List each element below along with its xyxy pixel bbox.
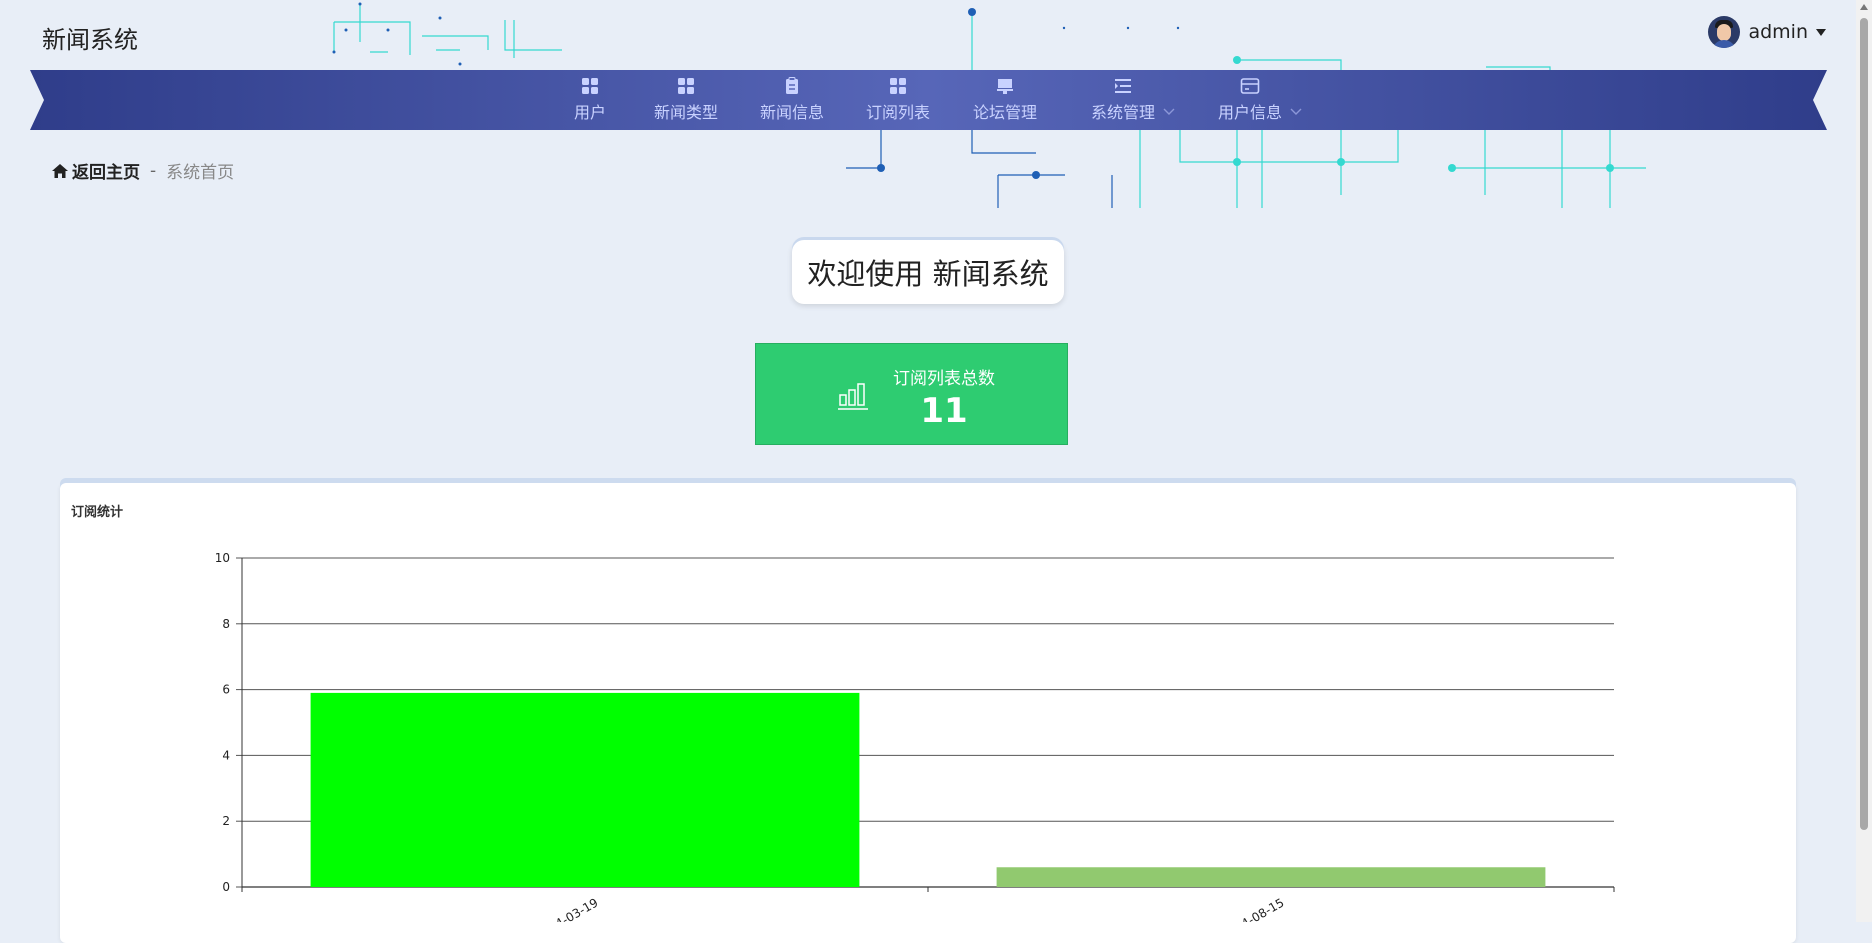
caret-down-icon[interactable]: [1816, 28, 1826, 36]
grid-icon: [582, 78, 598, 94]
username[interactable]: admin: [1748, 21, 1808, 43]
nav-label: 论坛管理: [972, 103, 1037, 122]
scroll-up-icon[interactable]: [1860, 4, 1868, 10]
grid-icon: [678, 78, 694, 94]
vertical-scrollbar[interactable]: [1856, 0, 1872, 922]
main-navbar: 用户 新闻类型 新闻信息 订阅列表 论坛管理 系统管理 用户信息: [30, 70, 1827, 130]
stat-value: 11: [920, 391, 968, 431]
clipboard-icon: [786, 77, 798, 94]
y-tick-label: 0: [222, 880, 230, 894]
breadcrumb-home[interactable]: 返回主页: [52, 158, 140, 183]
nav-label: 用户: [573, 103, 606, 122]
scrollbar-thumb[interactable]: [1860, 18, 1868, 830]
nav-item-user-info[interactable]: 用户信息: [1194, 70, 1306, 130]
nav-item-system-admin[interactable]: 系统管理: [1067, 70, 1179, 130]
nav-item-news-type[interactable]: 新闻类型: [641, 70, 731, 130]
site-title: 新闻系统: [42, 26, 138, 54]
breadcrumb: 返回主页 - 系统首页: [52, 158, 234, 183]
grid-icon: [890, 78, 906, 94]
x-tick-label: 2024-08-15: [1219, 895, 1286, 922]
nav-label: 系统管理: [1090, 103, 1155, 122]
bar-chart-icon: [838, 383, 868, 410]
menu-icon: [1115, 79, 1131, 93]
y-tick-label: 4: [222, 748, 230, 762]
forum-icon: [997, 79, 1013, 94]
nav-item-forum[interactable]: 论坛管理: [960, 70, 1050, 130]
x-tick-label: 2024-03-19: [533, 895, 600, 922]
chevron-down-icon[interactable]: [1290, 108, 1302, 116]
stat-card: 订阅列表总数 11: [755, 343, 1068, 445]
stat-label: 订阅列表总数: [893, 369, 995, 389]
nav-label: 用户信息: [1217, 103, 1282, 122]
y-tick-label: 8: [222, 617, 230, 631]
nav-item-users[interactable]: 用户: [562, 70, 618, 130]
chart-title: 订阅统计: [71, 505, 124, 520]
nav-label: 新闻信息: [759, 103, 824, 122]
nav-label: 订阅列表: [865, 103, 930, 122]
nav-label: 新闻类型: [653, 103, 718, 122]
avatar[interactable]: [1708, 16, 1741, 48]
subscription-bar-chart: 0 2 4 6 8 10 2024-03-19 2024-08-15: [215, 551, 1615, 922]
breadcrumb-home-label[interactable]: 返回主页: [72, 158, 140, 183]
nav-item-subscriptions[interactable]: 订阅列表: [853, 70, 943, 130]
y-tick-label: 6: [222, 683, 230, 697]
chevron-down-icon[interactable]: [1163, 108, 1175, 116]
breadcrumb-current: 系统首页: [166, 163, 235, 183]
nav-item-news-info[interactable]: 新闻信息: [747, 70, 837, 130]
bar-2024-08-15: [996, 867, 1546, 887]
y-tick-label: 2: [222, 814, 230, 828]
bar-2024-03-19: [310, 692, 860, 887]
welcome-banner: 欢迎使用 新闻系统: [792, 240, 1064, 304]
home-icon: [52, 163, 68, 178]
user-menu[interactable]: admin: [1708, 16, 1826, 48]
y-tick-label: 10: [215, 551, 230, 565]
card-icon: [1240, 78, 1260, 94]
breadcrumb-separator: -: [150, 160, 157, 181]
